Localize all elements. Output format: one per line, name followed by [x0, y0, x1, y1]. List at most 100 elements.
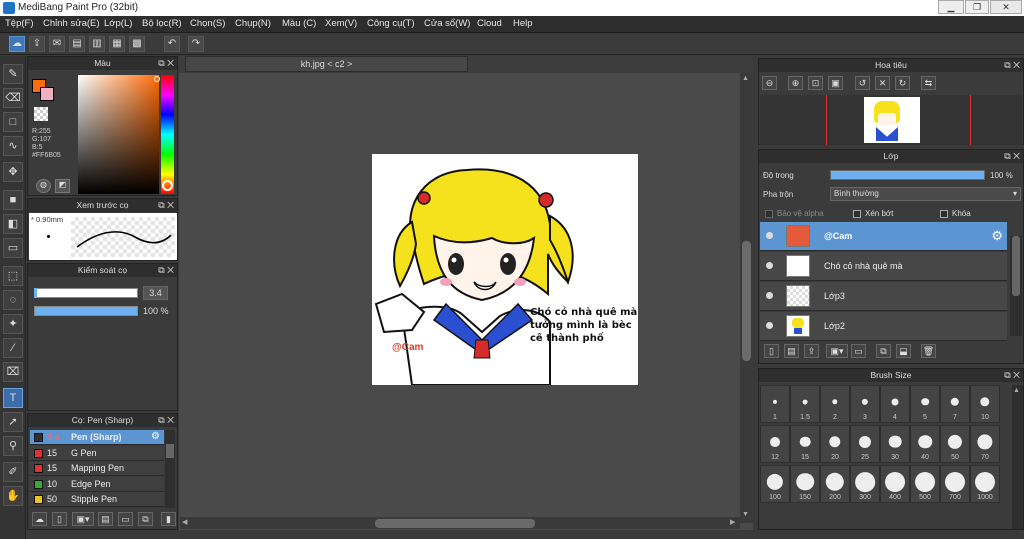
cloud-icon[interactable]: ☁ [9, 36, 25, 52]
dot-tool-icon[interactable]: ∿ [3, 136, 23, 156]
brush-list-item[interactable]: 15 G Pen [30, 445, 164, 461]
actual-size-icon[interactable]: ▣ [828, 76, 843, 90]
navigator-preview[interactable] [760, 95, 1022, 145]
brush-size-cell[interactable]: 50 [940, 425, 970, 463]
layer-row[interactable]: Chó cỏ nhà quê mà [760, 252, 1007, 281]
minimize-button[interactable]: ▁ [938, 0, 964, 14]
panel-pin-icon[interactable]: ⧉ ✕ [158, 200, 174, 211]
magic-wand-tool-icon[interactable]: ✦ [3, 314, 23, 334]
menu-tools[interactable]: Công cụ(T) [367, 18, 415, 29]
panel-pin-icon[interactable]: ⧉ ✕ [158, 58, 174, 69]
bucket-tool-icon[interactable]: ◧ [3, 214, 23, 234]
brush-size-cell[interactable]: 300 [850, 465, 880, 503]
menu-color[interactable]: Màu (C) [282, 18, 316, 29]
visibility-eye-icon[interactable] [766, 292, 773, 299]
brush-size-value[interactable]: 3.4 [143, 286, 168, 300]
text-tool-icon[interactable]: T [3, 388, 23, 408]
menu-edit[interactable]: Chỉnh sửa(E) [43, 18, 100, 29]
brush-size-cell[interactable]: 12 [760, 425, 790, 463]
brush-cloud-icon[interactable]: ☁ [32, 512, 47, 526]
merge-layer-icon[interactable]: ⬓ [896, 344, 911, 358]
flip-icon[interactable]: ⇆ [921, 76, 936, 90]
page-icon[interactable]: ▥ [89, 36, 105, 52]
brush-delete-icon[interactable]: ▮ [161, 512, 176, 526]
fit-window-icon[interactable]: ⊡ [808, 76, 823, 90]
brush-size-cell[interactable]: 500 [910, 465, 940, 503]
menu-window[interactable]: Cửa sổ(W) [424, 18, 470, 29]
gear-icon[interactable]: ⚙ [991, 228, 1003, 244]
rectangle-tool-icon[interactable]: □ [3, 112, 23, 132]
operation-tool-icon[interactable]: ➚ [3, 412, 23, 432]
redo-icon[interactable]: ↷ [188, 36, 204, 52]
close-button[interactable]: ✕ [990, 0, 1022, 14]
visibility-eye-icon[interactable] [766, 232, 773, 239]
brush-size-cell[interactable]: 4 [880, 385, 910, 423]
brush-folder-icon[interactable]: ▭ [118, 512, 133, 526]
brush-opacity-slider[interactable] [34, 306, 138, 316]
menu-capture[interactable]: Chụp(N) [235, 18, 271, 29]
brush-size-cell[interactable]: 1000 [970, 465, 1000, 503]
brush-size-cell[interactable]: 1 [760, 385, 790, 423]
layer-row[interactable]: @Cam ⚙ [760, 222, 1007, 251]
protect-alpha-checkbox[interactable] [765, 210, 773, 218]
fill-rect-tool-icon[interactable]: ■ [3, 190, 23, 210]
panel-pin-icon[interactable]: ⧉ ✕ [1004, 60, 1020, 71]
brush-size-cell[interactable]: 70 [970, 425, 1000, 463]
menu-layer[interactable]: Lớp(L) [104, 18, 132, 29]
comment-icon[interactable]: ✉ [49, 36, 65, 52]
dropper-tool-icon[interactable]: ✐ [3, 462, 23, 482]
brush-copy-icon[interactable]: ▤ [98, 512, 113, 526]
clipping-checkbox[interactable] [853, 210, 861, 218]
brush-size-cell[interactable]: 20 [820, 425, 850, 463]
select-pen-tool-icon[interactable]: ⁄ [3, 338, 23, 358]
brush-list-item[interactable]: 3.4 Pen (Sharp) ⚙ [30, 430, 164, 445]
brush-size-cell[interactable]: 7 [940, 385, 970, 423]
brush-size-cell[interactable]: 150 [790, 465, 820, 503]
hue-slider[interactable] [161, 75, 174, 194]
menu-help[interactable]: Help [513, 18, 533, 29]
brush-size-cell[interactable]: 700 [940, 465, 970, 503]
add-brush-icon[interactable]: ▯ [52, 512, 67, 526]
secondary-color-swatch[interactable] [40, 87, 54, 101]
brush-list-item[interactable]: 50 Stipple Pen [30, 492, 164, 507]
layer-folder-icon[interactable]: ▭ [851, 344, 866, 358]
hand-tool-icon[interactable]: ✋ [3, 486, 23, 506]
brush-tool-icon[interactable]: ✎ [3, 64, 23, 84]
hue-slider-handle[interactable] [162, 180, 173, 191]
menu-view[interactable]: Xem(V) [325, 18, 357, 29]
brush-size-cell[interactable]: 40 [910, 425, 940, 463]
rotate-left-icon[interactable]: ↺ [855, 76, 870, 90]
rotate-right-icon[interactable]: ↻ [895, 76, 910, 90]
brush-list-item[interactable]: 10 Edge Pen [30, 476, 164, 492]
menu-filter[interactable]: Bộ lọc(R) [142, 18, 182, 29]
drawing-canvas[interactable]: Chó cỏ nhà quê mà tưởng mình là bèc cê t… [372, 154, 638, 385]
panel-pin-icon[interactable]: ⧉ ✕ [1004, 151, 1020, 162]
layer-list-scrollbar[interactable] [1010, 236, 1022, 336]
brush-size-cell[interactable]: 15 [790, 425, 820, 463]
brush-size-cell[interactable]: 25 [850, 425, 880, 463]
brush-list-scrollbar[interactable] [165, 430, 175, 508]
canvas-vertical-scrollbar[interactable]: ▲ ▼ [740, 73, 753, 523]
visibility-eye-icon[interactable] [766, 262, 773, 269]
maximize-button[interactable]: ❐ [965, 0, 989, 14]
sv-picker-handle[interactable] [154, 76, 160, 82]
move-tool-icon[interactable]: ✥ [3, 162, 23, 182]
brush-size-cell[interactable]: 2 [820, 385, 850, 423]
gear-icon[interactable]: ⚙ [151, 431, 160, 442]
gradient-tool-icon[interactable]: ▭ [3, 238, 23, 258]
document-icon[interactable]: ▤ [69, 36, 85, 52]
menu-cloud[interactable]: Cloud [477, 18, 502, 29]
lasso-tool-icon[interactable]: ◌ [3, 290, 23, 310]
brush-list-item[interactable]: 15 Mapping Pen [30, 461, 164, 476]
layer-row[interactable]: Lớp3 [760, 282, 1007, 311]
eyedropper-tool-icon[interactable]: ⚲ [3, 436, 23, 456]
visibility-eye-icon[interactable] [766, 322, 773, 329]
menu-select[interactable]: Chọn(S) [190, 18, 225, 29]
transparent-swatch[interactable] [34, 107, 48, 121]
zoom-in-icon[interactable]: ⊕ [788, 76, 803, 90]
panel-pin-icon[interactable]: ⧉ ✕ [158, 265, 174, 276]
add-layer-menu-icon[interactable]: ▣▾ [826, 344, 848, 358]
select-rect-tool-icon[interactable]: ⬚ [3, 266, 23, 286]
layout-icon[interactable]: ▦ [109, 36, 125, 52]
brush-size-cell[interactable]: 30 [880, 425, 910, 463]
